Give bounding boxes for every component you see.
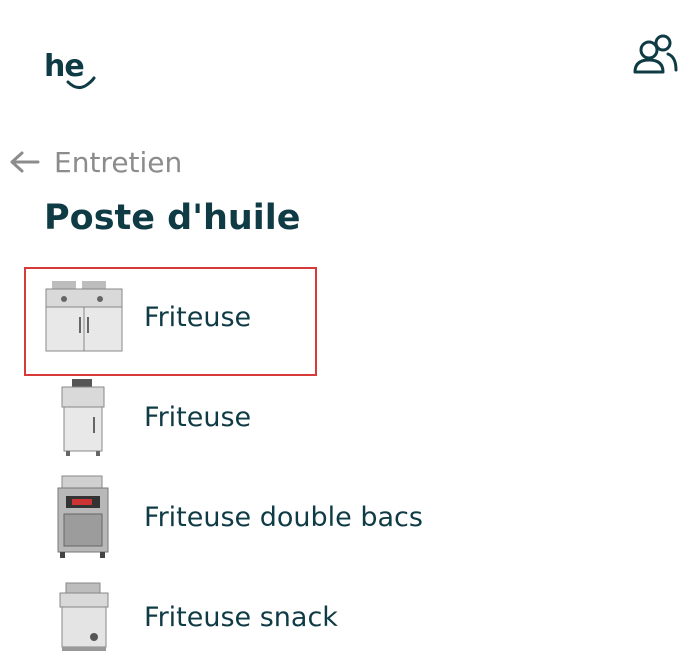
item-label: Friteuse: [144, 301, 252, 333]
back-link[interactable]: Entretien: [8, 142, 182, 182]
page-title: Poste d'huile: [44, 198, 301, 238]
item-label: Friteuse: [144, 401, 252, 433]
arrow-left-icon: [10, 151, 40, 173]
countertop-fryer-image: [36, 572, 132, 662]
users-icon: [633, 34, 678, 74]
pressure-fryer-image: [36, 472, 132, 562]
app-logo: he: [44, 52, 104, 92]
item-label: Friteuse snack: [144, 601, 338, 633]
logo-smile-icon: [66, 76, 96, 89]
list-item[interactable]: Friteuse snack: [24, 567, 664, 667]
users-button[interactable]: [632, 32, 678, 76]
equipment-list: Friteuse Friteuse Friteuse double bacs F…: [24, 267, 664, 667]
list-item[interactable]: Friteuse: [24, 367, 664, 467]
item-label: Friteuse double bacs: [144, 501, 423, 533]
back-label: Entretien: [54, 145, 183, 179]
list-item[interactable]: Friteuse: [24, 267, 664, 376]
double-fryer-cabinet-image: [36, 272, 132, 362]
single-fryer-image: [36, 372, 132, 462]
list-item[interactable]: Friteuse double bacs: [24, 467, 664, 567]
